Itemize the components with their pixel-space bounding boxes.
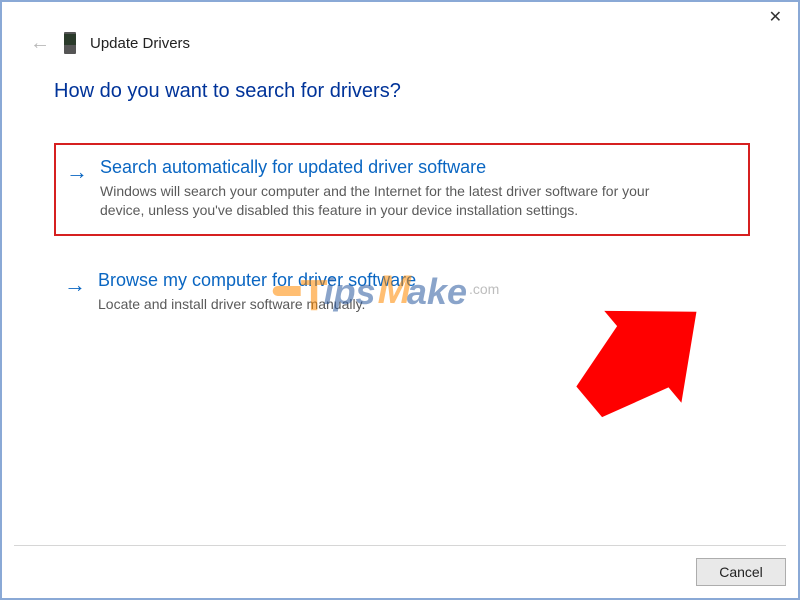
cancel-button[interactable]: Cancel (696, 558, 786, 586)
option-title: Search automatically for updated driver … (100, 157, 732, 178)
option-title: Browse my computer for driver software (98, 270, 734, 291)
option-description: Windows will search your computer and th… (100, 182, 660, 220)
arrow-right-icon: → (64, 272, 86, 298)
device-icon (64, 32, 76, 54)
nav-row: ← Update Drivers (2, 32, 798, 54)
page-heading: How do you want to search for drivers? (54, 80, 750, 103)
close-icon[interactable]: ✕ (763, 8, 788, 28)
content-area: How do you want to search for drivers? →… (2, 54, 798, 328)
option-body: Search automatically for updated driver … (100, 157, 732, 220)
option-browse-computer[interactable]: → Browse my computer for driver software… (54, 258, 750, 328)
window-title: Update Drivers (90, 35, 190, 52)
footer: Cancel (14, 545, 786, 586)
back-arrow-icon[interactable]: ← (30, 33, 50, 53)
arrow-right-icon: → (66, 159, 88, 185)
option-search-automatic[interactable]: → Search automatically for updated drive… (54, 143, 750, 236)
option-body: Browse my computer for driver software L… (98, 270, 734, 314)
option-description: Locate and install driver software manua… (98, 295, 658, 314)
